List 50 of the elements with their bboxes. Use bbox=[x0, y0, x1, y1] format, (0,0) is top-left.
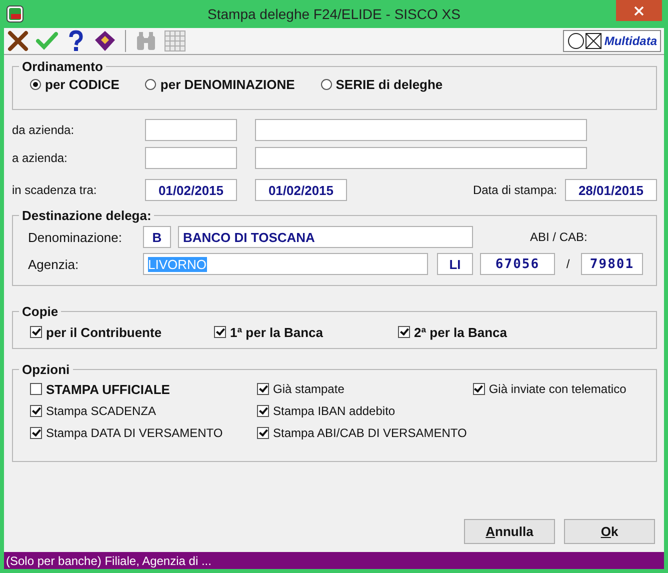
radio-option[interactable]: SERIE di deleghe bbox=[320, 77, 443, 92]
checkbox-option[interactable]: Già inviate con telematico bbox=[472, 378, 646, 400]
field-label: a azienda: bbox=[12, 151, 68, 165]
input-field[interactable] bbox=[255, 147, 587, 169]
group-title: Destinazione delega: bbox=[21, 208, 152, 223]
input-field[interactable] bbox=[145, 147, 237, 169]
input-field[interactable] bbox=[145, 119, 237, 141]
field-label: Data di stampa: bbox=[472, 183, 557, 197]
checkbox-option[interactable]: 1ª per la Banca bbox=[214, 321, 398, 343]
abi-field[interactable]: 67056 bbox=[480, 253, 555, 275]
book-icon[interactable] bbox=[94, 30, 116, 52]
group-title: Opzioni bbox=[21, 362, 71, 377]
multidata-button[interactable]: Multidata bbox=[563, 30, 661, 52]
field-label: Agenzia: bbox=[27, 256, 80, 272]
checkbox-option[interactable]: Stampa SCADENZA bbox=[30, 400, 251, 422]
field-label: in scadenza tra: bbox=[12, 183, 98, 197]
bank-name-field[interactable]: BANCO DI TOSCANA bbox=[178, 226, 473, 248]
cancel-icon[interactable] bbox=[7, 30, 29, 52]
date-field[interactable]: 01/02/2015 bbox=[255, 179, 347, 201]
radio-option[interactable]: per CODICE bbox=[30, 77, 120, 92]
date-field[interactable]: 01/02/2015 bbox=[145, 179, 237, 201]
close-button[interactable] bbox=[616, 0, 662, 21]
app-icon bbox=[6, 5, 24, 23]
cab-field[interactable]: 79801 bbox=[581, 253, 643, 275]
group-title: Ordinamento bbox=[21, 59, 104, 74]
field-label: Denominazione: bbox=[27, 230, 123, 244]
checkbox-option[interactable]: Stampa ABI/CAB DI VERSAMENTO bbox=[257, 422, 467, 444]
separator-text: / bbox=[565, 257, 571, 271]
field-label: ABI / CAB: bbox=[530, 230, 588, 244]
input-field[interactable] bbox=[255, 119, 587, 141]
check-icon[interactable] bbox=[36, 30, 58, 52]
checkbox-option[interactable]: Stampa DATA DI VERSAMENTO bbox=[30, 422, 251, 444]
checkbox-option[interactable]: per il Contribuente bbox=[30, 321, 214, 343]
type-field[interactable]: B bbox=[143, 226, 171, 248]
field-label: da azienda: bbox=[12, 123, 76, 137]
agency-value: LIVORNO bbox=[148, 256, 207, 272]
close-icon bbox=[634, 6, 644, 16]
group-title: Copie bbox=[21, 304, 60, 319]
circle-cross-icon bbox=[567, 32, 604, 50]
province-field[interactable]: LI bbox=[437, 253, 473, 275]
window-title: Stampa deleghe F24/ELIDE - SISCO XS bbox=[206, 6, 462, 22]
checkbox-option[interactable]: Già stampate bbox=[257, 378, 467, 400]
dialog-button[interactable]: Annulla bbox=[464, 519, 555, 544]
date-field[interactable]: 28/01/2015 bbox=[565, 179, 657, 201]
dialog-button[interactable]: Ok bbox=[564, 519, 655, 544]
radio-option[interactable]: per DENOMINAZIONE bbox=[145, 77, 295, 92]
checkbox-option[interactable]: 2ª per la Banca bbox=[398, 321, 646, 343]
checkbox-option[interactable]: STAMPA UFFICIALE bbox=[30, 378, 251, 400]
status-text: (Solo per banche) Filiale, Agenzia di ... bbox=[6, 554, 212, 568]
checkbox-option[interactable]: Stampa IBAN addebito bbox=[257, 400, 467, 422]
